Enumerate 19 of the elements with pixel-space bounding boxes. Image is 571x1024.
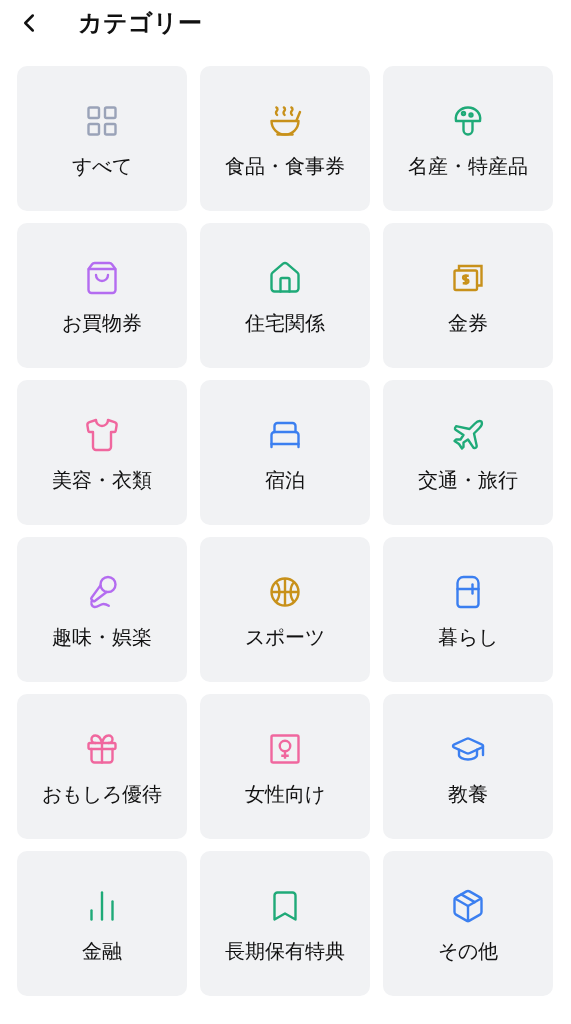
category-tile[interactable]: おもしろ優待: [17, 694, 187, 839]
category-tile[interactable]: 教養: [383, 694, 553, 839]
category-tile[interactable]: 金券: [383, 223, 553, 368]
category-tile[interactable]: 名産・特産品: [383, 66, 553, 211]
category-tile[interactable]: 交通・旅行: [383, 380, 553, 525]
category-tile[interactable]: その他: [383, 851, 553, 996]
category-tile[interactable]: 女性向け: [200, 694, 370, 839]
category-tile[interactable]: スポーツ: [200, 537, 370, 682]
category-tile[interactable]: 宿泊: [200, 380, 370, 525]
category-tile[interactable]: 食品・食事券: [200, 66, 370, 211]
category-tile[interactable]: すべて: [17, 66, 187, 211]
category-tile[interactable]: 美容・衣類: [17, 380, 187, 525]
page-title: カテゴリー: [78, 8, 202, 39]
category-tile[interactable]: 金融: [17, 851, 187, 996]
category-tile[interactable]: 長期保有特典: [200, 851, 370, 996]
category-tile[interactable]: お買物券: [17, 223, 187, 368]
category-tile[interactable]: 趣味・娯楽: [17, 537, 187, 682]
category-tile[interactable]: 住宅関係: [200, 223, 370, 368]
category-tile[interactable]: 暮らし: [383, 537, 553, 682]
